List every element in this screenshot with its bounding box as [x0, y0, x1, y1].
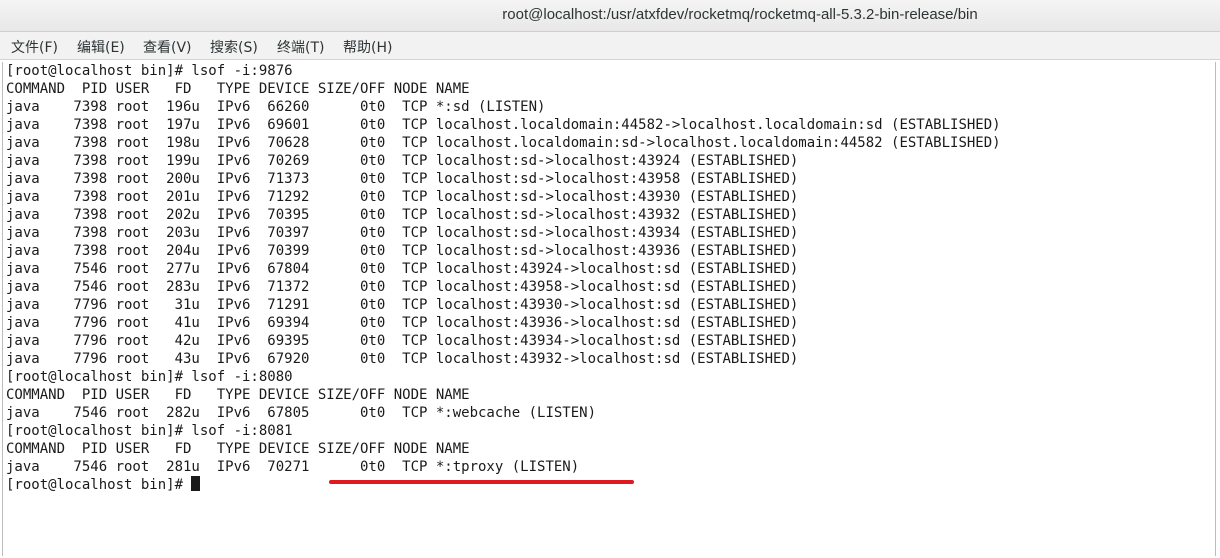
menu-file[interactable]: 文件(F) [11, 37, 58, 57]
terminal-line: COMMAND PID USER FD TYPE DEVICE SIZE/OFF… [6, 81, 470, 97]
terminal-line: COMMAND PID USER FD TYPE DEVICE SIZE/OFF… [6, 441, 470, 457]
terminal-line: java 7546 root 281u IPv6 70271 0t0 TCP *… [6, 459, 580, 475]
text-cursor [191, 476, 201, 491]
terminal-line: java 7398 root 198u IPv6 70628 0t0 TCP l… [6, 135, 1001, 151]
terminal-line: java 7796 root 41u IPv6 69394 0t0 TCP lo… [6, 315, 799, 331]
terminal-line: java 7398 root 199u IPv6 70269 0t0 TCP l… [6, 153, 799, 169]
window-title: root@localhost:/usr/atxfdev/rocketmq/roc… [502, 6, 978, 23]
menu-search[interactable]: 搜索(S) [210, 37, 258, 57]
menu-edit[interactable]: 编辑(E) [77, 37, 125, 57]
terminal-line: java 7398 root 200u IPv6 71373 0t0 TCP l… [6, 171, 799, 187]
terminal-line: java 7796 root 42u IPv6 69395 0t0 TCP lo… [6, 333, 799, 349]
menu-view[interactable]: 查看(V) [143, 37, 192, 57]
red-underline-annotation [329, 480, 634, 484]
prompt-line[interactable]: [root@localhost bin]# [6, 476, 1001, 494]
terminal-window: root@localhost:/usr/atxfdev/rocketmq/roc… [0, 0, 1220, 558]
terminal-line: java 7398 root 202u IPv6 70395 0t0 TCP l… [6, 207, 799, 223]
terminal-line: java 7398 root 204u IPv6 70399 0t0 TCP l… [6, 243, 799, 259]
terminal-line: java 7796 root 43u IPv6 67920 0t0 TCP lo… [6, 351, 799, 367]
terminal-line: java 7796 root 31u IPv6 71291 0t0 TCP lo… [6, 297, 799, 313]
terminal-line: java 7398 root 197u IPv6 69601 0t0 TCP l… [6, 117, 1001, 133]
menu-terminal[interactable]: 终端(T) [277, 37, 324, 57]
terminal-line: java 7546 root 277u IPv6 67804 0t0 TCP l… [6, 261, 799, 277]
terminal-line: [root@localhost bin]# lsof -i:9876 [6, 63, 293, 79]
terminal-line: java 7546 root 282u IPv6 67805 0t0 TCP *… [6, 405, 597, 421]
terminal-line: java 7398 root 196u IPv6 66260 0t0 TCP *… [6, 99, 546, 115]
shell-prompt: [root@localhost bin]# [6, 477, 192, 493]
terminal-line: java 7398 root 203u IPv6 70397 0t0 TCP l… [6, 225, 799, 241]
title-bar[interactable]: root@localhost:/usr/atxfdev/rocketmq/roc… [0, 0, 1220, 32]
terminal-line: [root@localhost bin]# lsof -i:8080 [6, 369, 293, 385]
menu-help[interactable]: 帮助(H) [343, 37, 392, 57]
menu-bar: 文件(F) 编辑(E) 查看(V) 搜索(S) 终端(T) 帮助(H) [0, 32, 1220, 60]
terminal-line: [root@localhost bin]# lsof -i:8081 [6, 423, 293, 439]
terminal-line: java 7546 root 283u IPv6 71372 0t0 TCP l… [6, 279, 799, 295]
terminal-line: COMMAND PID USER FD TYPE DEVICE SIZE/OFF… [6, 387, 470, 403]
terminal-line: java 7398 root 201u IPv6 71292 0t0 TCP l… [6, 189, 799, 205]
